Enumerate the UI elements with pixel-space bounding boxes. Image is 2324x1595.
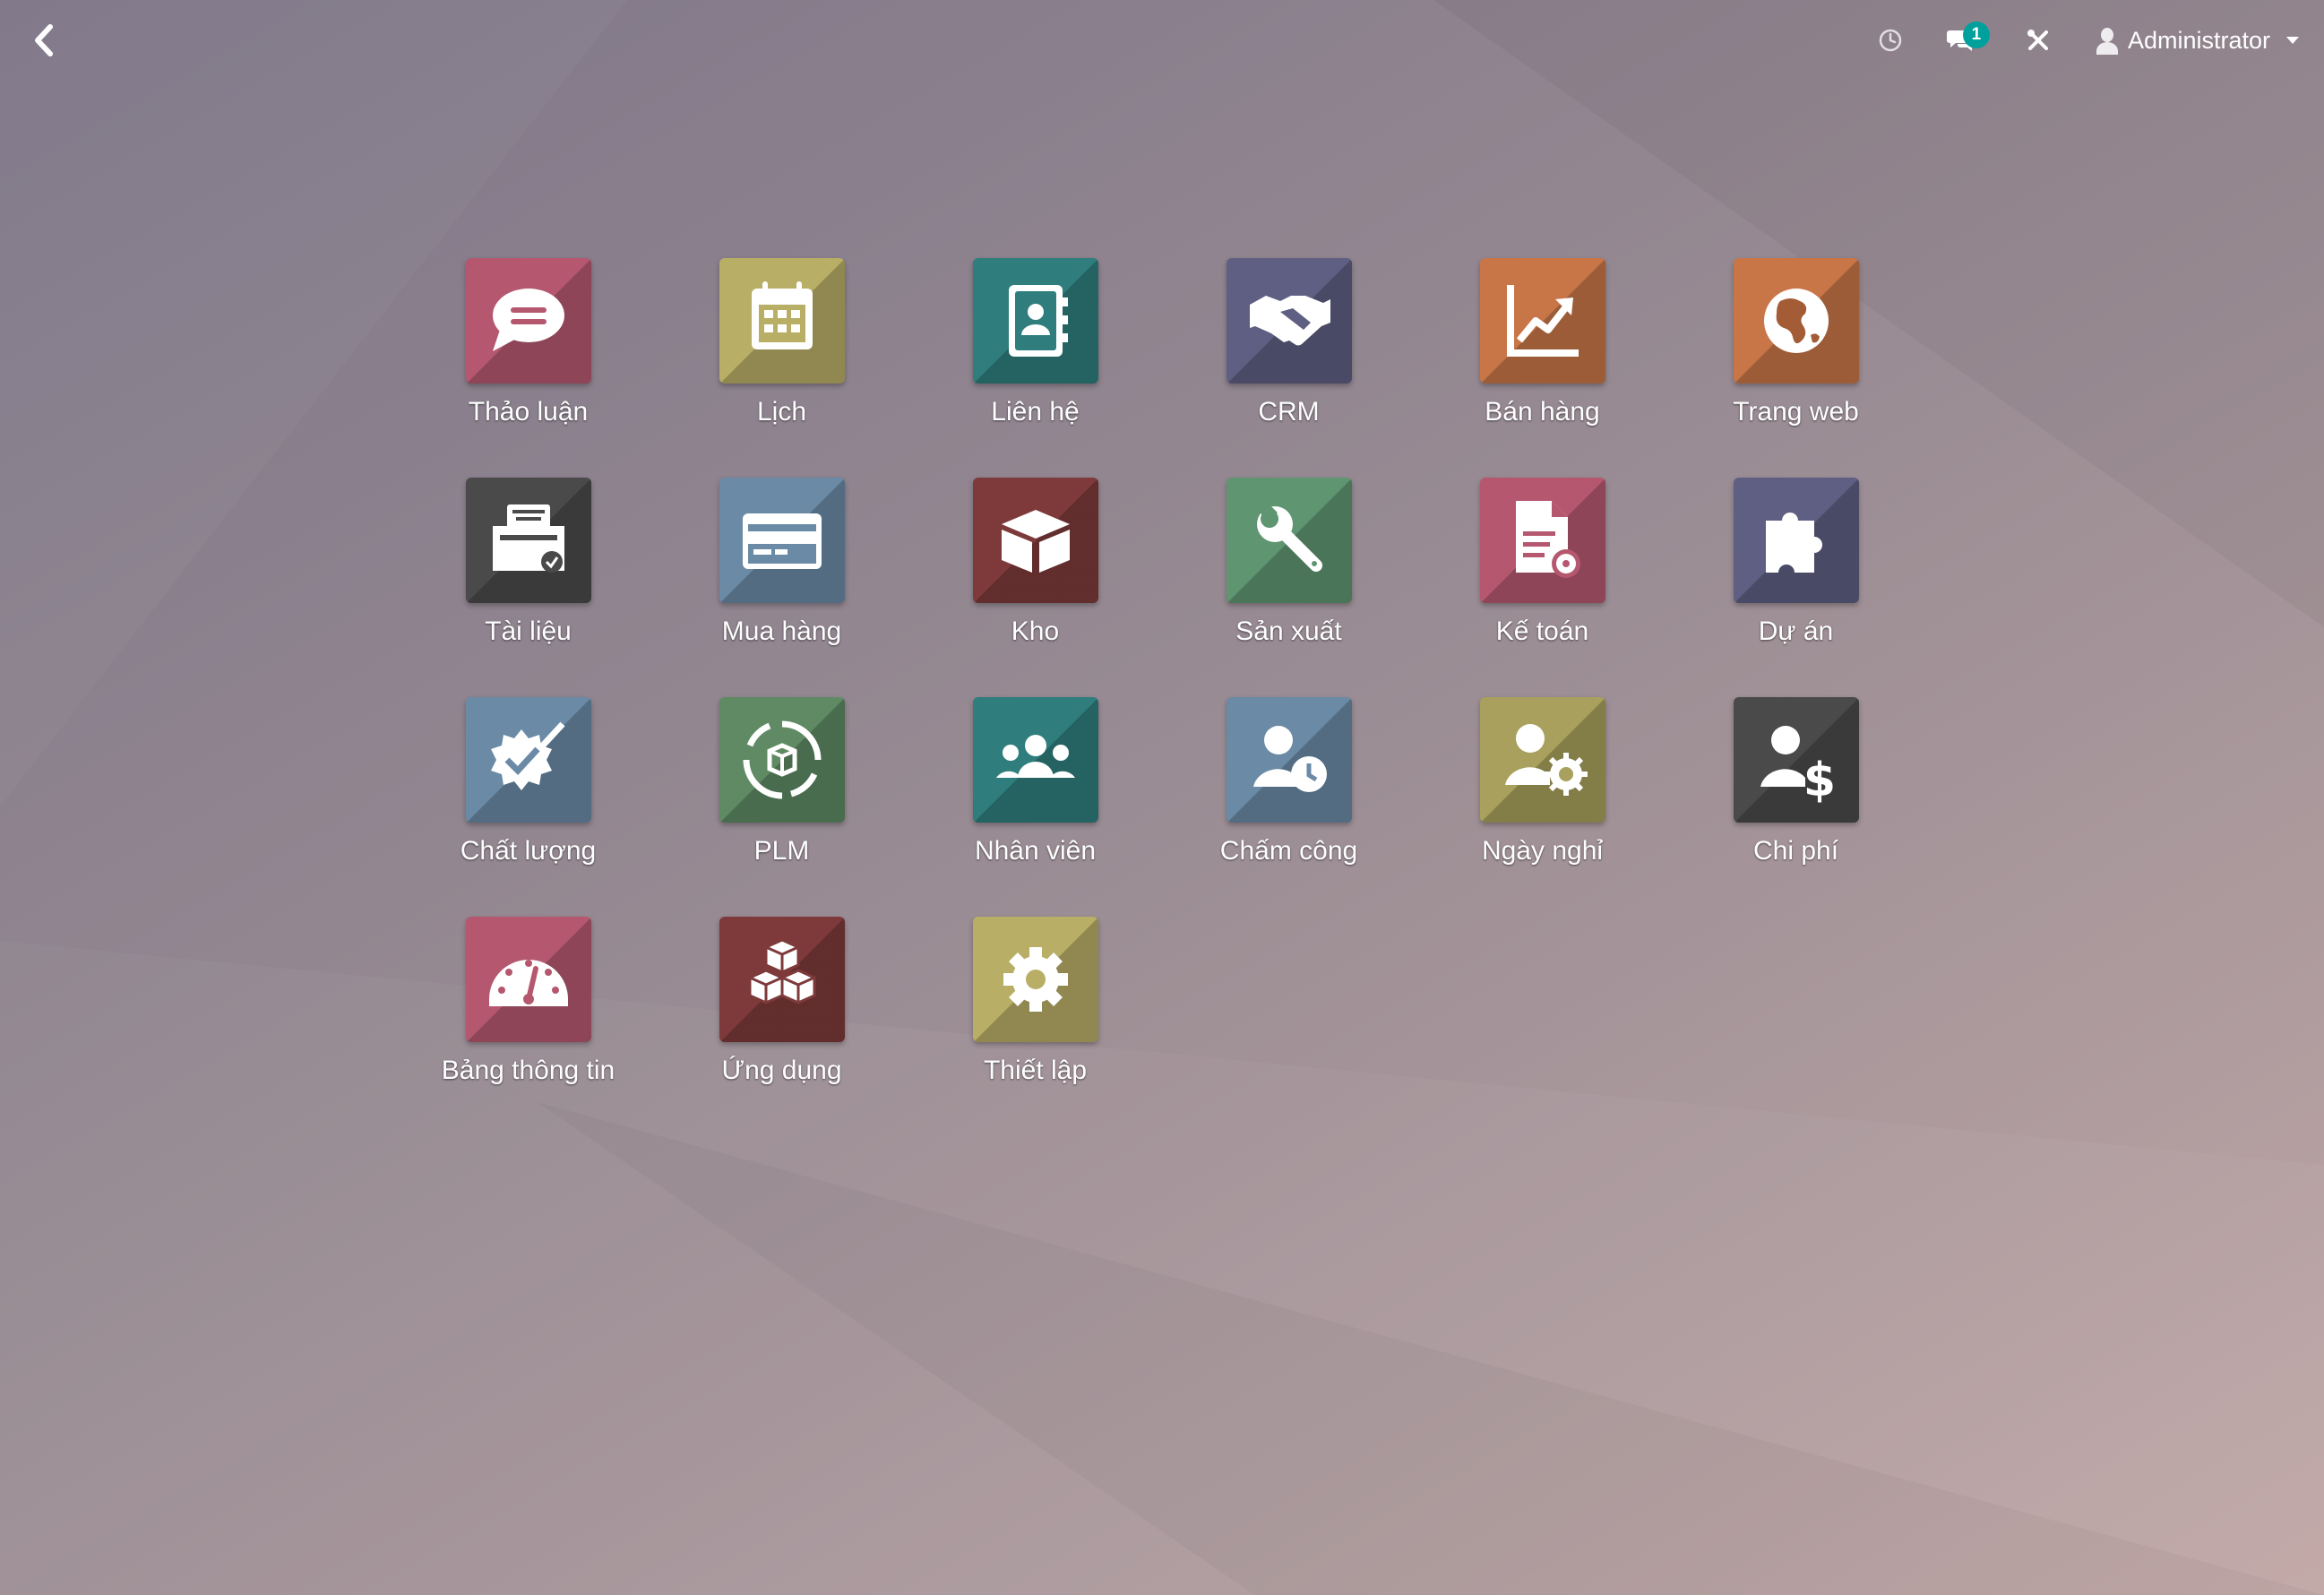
sales-chart-icon bbox=[1479, 258, 1605, 384]
contacts-book-icon bbox=[972, 258, 1098, 384]
app-globe[interactable]: Trang web bbox=[1669, 258, 1923, 478]
calendar-icon bbox=[719, 258, 845, 384]
chevron-left-icon bbox=[35, 24, 53, 56]
app-label: Trang web bbox=[1733, 397, 1859, 427]
app-label: Nhân viên bbox=[974, 836, 1097, 866]
app-sales-chart[interactable]: Bán hàng bbox=[1416, 258, 1669, 478]
user-name: Administrator bbox=[2127, 26, 2270, 54]
app-label: Chất lượng bbox=[460, 836, 597, 866]
app-label: Ngày nghỉ bbox=[1481, 836, 1604, 866]
app-contacts-book[interactable]: Liên hệ bbox=[908, 258, 1162, 478]
handshake-icon bbox=[1226, 258, 1352, 384]
expense-dollar-icon: $ bbox=[1733, 697, 1859, 823]
box-icon bbox=[972, 478, 1098, 603]
app-puzzle[interactable]: Dự án bbox=[1669, 478, 1923, 697]
app-dashboard-gauge[interactable]: Bảng thông tin bbox=[401, 917, 655, 1136]
debug-tools-icon bbox=[2027, 30, 2048, 50]
app-label: Bảng thông tin bbox=[441, 1056, 615, 1085]
app-label: Kho bbox=[1011, 616, 1060, 646]
app-time-off-gear[interactable]: Ngày nghỉ bbox=[1416, 697, 1669, 917]
app-quality-badge[interactable]: Chất lượng bbox=[401, 697, 655, 917]
invoice-gear-icon bbox=[1479, 478, 1605, 603]
clock-icon bbox=[1879, 29, 1902, 52]
app-label: Sản xuất bbox=[1235, 616, 1342, 646]
app-label: Thảo luận bbox=[468, 397, 589, 427]
app-attendance-clock[interactable]: Chấm công bbox=[1162, 697, 1416, 917]
app-label: Bán hàng bbox=[1485, 397, 1600, 427]
settings-gear-icon bbox=[972, 917, 1098, 1042]
app-label: Ứng dụng bbox=[721, 1056, 842, 1085]
user-menu[interactable]: Administrator bbox=[2074, 16, 2302, 65]
app-label: Chấm công bbox=[1219, 836, 1358, 866]
app-apps-cubes[interactable]: Ứng dụng bbox=[655, 917, 908, 1136]
top-bar: 1 Administrator bbox=[0, 0, 2324, 81]
discuss-chat-icon bbox=[465, 258, 591, 384]
app-label: Mua hàng bbox=[721, 616, 842, 646]
app-label: Chi phí bbox=[1752, 836, 1839, 866]
app-employees[interactable]: Nhân viên bbox=[908, 697, 1162, 917]
systray: 1 Administrator bbox=[1859, 16, 2302, 65]
time-off-gear-icon bbox=[1479, 697, 1605, 823]
app-label: Dự án bbox=[1758, 616, 1834, 646]
app-label: Lịch bbox=[756, 397, 807, 427]
apps-cubes-icon bbox=[719, 917, 845, 1042]
dashboard-gauge-icon bbox=[465, 917, 591, 1042]
messaging-menu[interactable]: 1 bbox=[1922, 16, 2002, 65]
puzzle-icon bbox=[1733, 478, 1859, 603]
svg-text:$: $ bbox=[1803, 754, 1835, 807]
caret-down-icon bbox=[2286, 37, 2299, 44]
app-label: Liên hệ bbox=[991, 397, 1080, 427]
app-settings-gear[interactable]: Thiết lập bbox=[908, 917, 1162, 1136]
attendance-clock-icon bbox=[1226, 697, 1352, 823]
chat-badge: 1 bbox=[1962, 22, 1990, 48]
app-label: Tài liệu bbox=[485, 616, 572, 646]
wrench-icon bbox=[1226, 478, 1352, 603]
credit-card-icon bbox=[719, 478, 845, 603]
plm-cycle-icon bbox=[719, 697, 845, 823]
app-invoice-gear[interactable]: Kế toán bbox=[1416, 478, 1669, 697]
documents-tray-icon bbox=[465, 478, 591, 603]
user-avatar-icon bbox=[2096, 28, 2118, 55]
app-label: CRM bbox=[1258, 397, 1320, 427]
app-box[interactable]: Kho bbox=[908, 478, 1162, 697]
app-label: Kế toán bbox=[1495, 616, 1589, 646]
app-wrench[interactable]: Sản xuất bbox=[1162, 478, 1416, 697]
app-discuss-chat[interactable]: Thảo luận bbox=[401, 258, 655, 478]
app-grid: Thảo luận Lịch Liên hệ CRM Bán hàng Trang web… bbox=[401, 258, 1923, 1136]
quality-badge-icon bbox=[465, 697, 591, 823]
app-calendar[interactable]: Lịch bbox=[655, 258, 908, 478]
debug-menu[interactable] bbox=[2002, 16, 2074, 65]
employees-icon bbox=[972, 697, 1098, 823]
app-credit-card[interactable]: Mua hàng bbox=[655, 478, 908, 697]
app-label: Thiết lập bbox=[983, 1056, 1088, 1085]
app-label: PLM bbox=[753, 836, 810, 866]
activity-menu[interactable] bbox=[1859, 16, 1922, 65]
app-expense-dollar[interactable]: $ Chi phí bbox=[1669, 697, 1923, 917]
globe-icon bbox=[1733, 258, 1859, 384]
app-handshake[interactable]: CRM bbox=[1162, 258, 1416, 478]
app-documents-tray[interactable]: Tài liệu bbox=[401, 478, 655, 697]
app-plm-cycle[interactable]: PLM bbox=[655, 697, 908, 917]
back-button[interactable] bbox=[23, 20, 65, 61]
